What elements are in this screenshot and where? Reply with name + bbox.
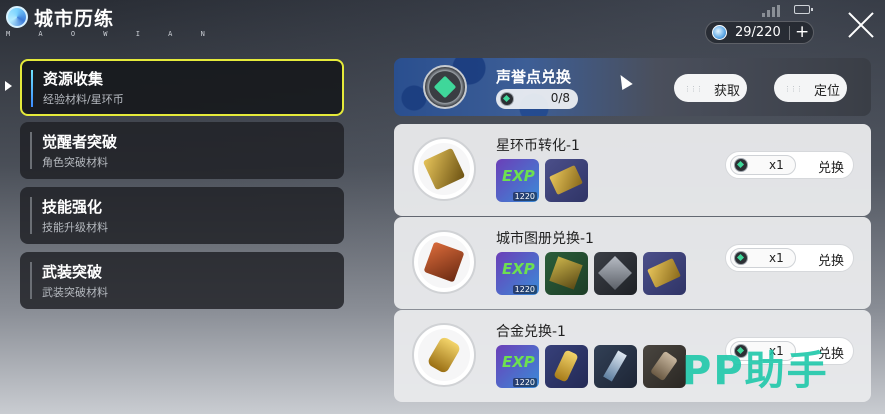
reputation-title: 声誉点兑换 xyxy=(496,68,572,86)
menu-item-resource-collection[interactable]: 资源收集 经验材料/星环币 xyxy=(20,59,344,116)
dots-icon: ⋮⋮⋮ xyxy=(784,85,803,93)
reputation-count: 0/8 xyxy=(496,89,578,109)
exchange-button[interactable]: x1 兑换 xyxy=(725,151,854,179)
exp-reward-icon[interactable]: EXP 1220 xyxy=(496,159,539,202)
gem-icon xyxy=(712,25,727,40)
reputation-count-value: 0/8 xyxy=(550,91,570,105)
ticket-reward-icon[interactable] xyxy=(643,252,686,295)
exchange-card-star-ring: 星环币转化-1 EXP 1220 x1 兑换 xyxy=(394,124,871,216)
ticket-icon xyxy=(422,147,466,191)
menu-item-sublabel: 技能升级材料 xyxy=(42,221,108,234)
reward-list: EXP 1220 xyxy=(496,345,686,388)
currency-value: 29/220 xyxy=(735,25,781,40)
exchange-button[interactable]: x1 兑换 xyxy=(725,244,854,272)
reward-count: 1220 xyxy=(512,378,537,387)
exp-reward-icon[interactable]: EXP 1220 xyxy=(496,252,539,295)
menu-item-label: 资源收集 xyxy=(43,70,104,88)
cost-pill: x1 xyxy=(730,155,796,175)
menu-item-armament-breakthrough[interactable]: 武装突破 武装突破材料 xyxy=(20,252,344,309)
exchange-title: 城市图册兑换-1 xyxy=(496,231,594,247)
ticket-reward-icon[interactable] xyxy=(545,159,588,202)
menu-item-sublabel: 武装突破材料 xyxy=(42,286,108,299)
crystal-reward-icon[interactable] xyxy=(594,345,637,388)
exchange-title: 合金兑换-1 xyxy=(496,324,566,340)
exp-label: EXP xyxy=(502,260,535,278)
menu-item-label: 技能强化 xyxy=(42,198,103,216)
cost-value: x1 xyxy=(769,158,784,172)
menu-item-sublabel: 角色突破材料 xyxy=(42,156,108,169)
menu-item-awakener-breakthrough[interactable]: 觉醒者突破 角色突破材料 xyxy=(20,122,344,179)
app-logo-icon xyxy=(6,6,28,28)
currency-display: 29/220 + xyxy=(705,21,814,44)
dark-crystal-reward-icon[interactable] xyxy=(594,252,637,295)
menu-item-accent xyxy=(30,197,32,234)
menu-item-label: 武装突破 xyxy=(42,263,103,281)
menu-item-accent xyxy=(31,70,33,107)
active-indicator-icon xyxy=(5,81,12,91)
locate-button[interactable]: ⋮⋮⋮ 定位 xyxy=(774,74,847,102)
add-currency-button[interactable]: + xyxy=(795,22,809,42)
stone-reward-icon[interactable] xyxy=(643,345,686,388)
reputation-mini-coin-icon xyxy=(734,251,748,265)
exchange-button-label: 兑换 xyxy=(818,254,845,269)
menu-item-label: 觉醒者突破 xyxy=(42,133,118,151)
reward-count: 1220 xyxy=(512,192,537,201)
gold-alloy-reward-icon[interactable] xyxy=(545,345,588,388)
exchange-button-label: 兑换 xyxy=(818,161,845,176)
reward-list: EXP 1220 xyxy=(496,252,686,295)
get-button-label: 获取 xyxy=(714,84,741,99)
cost-pill: x1 xyxy=(730,248,796,268)
reward-count: 1220 xyxy=(512,285,537,294)
atlas-icon xyxy=(423,241,465,283)
page-title: 城市历练 xyxy=(34,8,115,30)
reputation-mini-coin-icon xyxy=(734,158,748,172)
watermark: PP助手 xyxy=(682,348,829,394)
exchange-title: 星环币转化-1 xyxy=(496,138,580,154)
menu-item-skill-enhance[interactable]: 技能强化 技能升级材料 xyxy=(20,187,344,244)
menu-item-sublabel: 经验材料/星环币 xyxy=(43,93,124,106)
reward-list: EXP 1220 xyxy=(496,159,588,202)
signal-icon xyxy=(762,5,780,17)
exchange-card-city-atlas: 城市图册兑换-1 EXP 1220 x1 兑换 xyxy=(394,217,871,309)
reputation-mini-coin-icon xyxy=(500,92,514,106)
atlas-reward-icon[interactable] xyxy=(545,252,588,295)
locate-button-label: 定位 xyxy=(814,84,841,99)
alloy-icon xyxy=(426,335,462,375)
menu-item-accent xyxy=(30,132,32,169)
reputation-coin-icon xyxy=(423,65,467,109)
exp-reward-icon[interactable]: EXP 1220 xyxy=(496,345,539,388)
battery-icon xyxy=(794,5,813,14)
cost-value: x1 xyxy=(769,251,784,265)
menu-item-accent xyxy=(30,262,32,299)
get-button[interactable]: ⋮⋮⋮ 获取 xyxy=(674,74,747,102)
dots-icon: ⋮⋮⋮ xyxy=(684,85,703,93)
close-button[interactable] xyxy=(846,10,876,40)
exp-label: EXP xyxy=(502,353,535,371)
page-subtitle: M A O W I A N xyxy=(6,30,217,38)
exchange-thumbnail xyxy=(412,230,476,294)
exchange-thumbnail xyxy=(412,137,476,201)
currency-divider xyxy=(789,26,790,40)
exp-label: EXP xyxy=(502,167,535,185)
exchange-thumbnail xyxy=(412,323,476,387)
